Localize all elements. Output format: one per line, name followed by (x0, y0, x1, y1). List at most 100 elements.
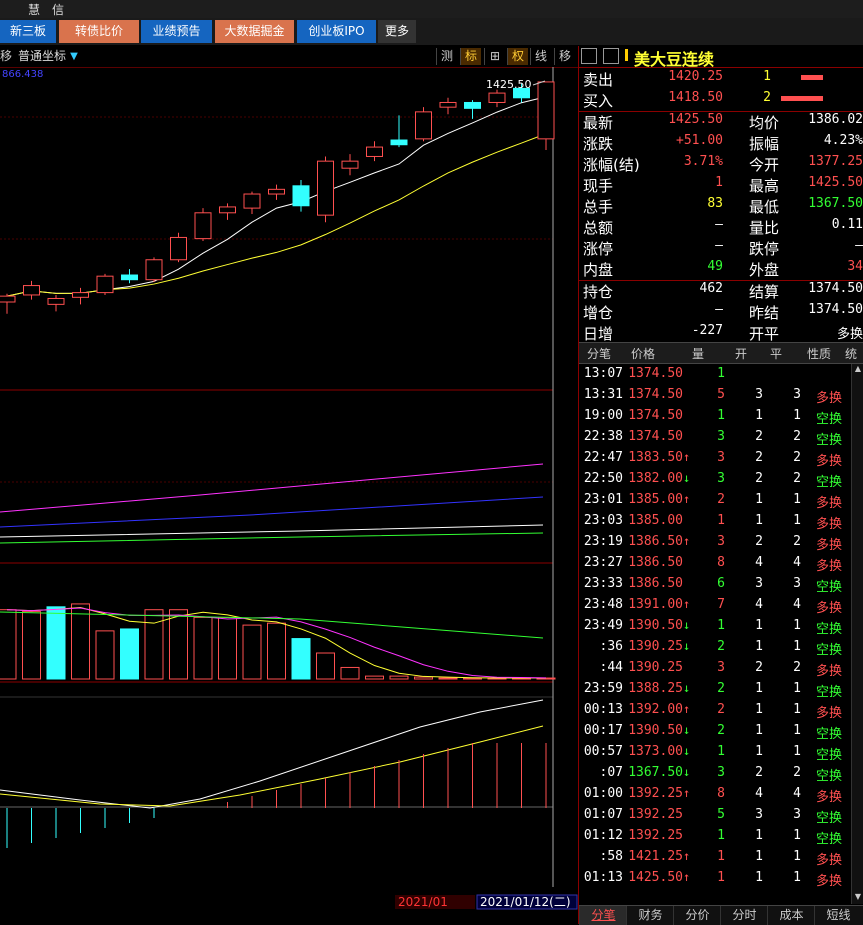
volume-bar (218, 616, 237, 680)
tick-close: 1 (793, 408, 801, 423)
nav-tab[interactable]: 转债比价 (59, 20, 139, 43)
bottom-tab[interactable]: 分笔 (579, 906, 627, 925)
tick-row[interactable]: 23:33 1386.50 6 3 3 空换 (579, 574, 849, 595)
quote-row: 涨幅(结) 3.71% 今开 1377.25 (579, 154, 863, 175)
tick-time: 19:00 (583, 408, 623, 423)
kline-chart[interactable]: 2021/01 2021/01/12(二) 866.438 1425.50 (0, 67, 578, 924)
tick-header-cell[interactable]: 开 (735, 345, 747, 362)
measure-button[interactable]: 测 (436, 48, 457, 65)
volume-bar (291, 638, 311, 680)
coord-mode-select[interactable]: 普通坐标 (16, 48, 68, 65)
tick-nature: 空换 (815, 412, 842, 427)
chevron-down-icon[interactable]: ▼ (68, 48, 80, 65)
tick-header-cell[interactable]: 统 (845, 345, 857, 362)
nav-tab[interactable]: 业绩预告 (141, 20, 212, 43)
tick-row[interactable]: 23:49 1390.50 ↓ 1 1 1 空换 (579, 616, 849, 637)
tick-row[interactable]: 23:59 1388.25 ↓ 2 1 1 空换 (579, 679, 849, 700)
tick-time: 01:12 (583, 828, 623, 843)
quote-value: – (715, 217, 723, 232)
tick-header-cell[interactable]: 量 (692, 345, 704, 362)
tick-row[interactable]: :44 1390.25 3 2 2 多换 (579, 658, 849, 679)
tick-price: 1391.00 (628, 597, 683, 612)
nav-tab[interactable]: 大数据掘金 (215, 20, 294, 43)
grid-icon[interactable]: ⊞ (484, 48, 505, 65)
tick-row[interactable]: 23:03 1385.00 1 1 1 多换 (579, 511, 849, 532)
tick-price: 1383.50 (628, 450, 683, 465)
tick-row[interactable]: 23:27 1386.50 8 4 4 多换 (579, 553, 849, 574)
tick-header-cell[interactable]: 性质 (807, 345, 831, 362)
tick-time: :44 (599, 660, 623, 675)
tick-row[interactable]: 13:07 1374.50 1 (579, 364, 849, 385)
tick-header-cell[interactable]: 价格 (631, 345, 655, 362)
tick-scrollbar[interactable]: ▲ ▼ (851, 364, 863, 904)
toolbar-move-left[interactable]: 移 (0, 48, 12, 65)
tick-price: 1386.50 (628, 555, 683, 570)
tick-row[interactable]: 13:31 1374.50 5 3 3 多换 (579, 385, 849, 406)
quote-value-right: 1374.50 (808, 302, 863, 317)
arrow-up-icon: ↑ (683, 450, 691, 464)
tick-row[interactable]: :07 1367.50 ↓ 3 2 2 空换 (579, 763, 849, 784)
quote-panel: 美大豆连续 卖出 1420.25 1 买入 1418.50 2 最新 1425.5… (578, 46, 863, 925)
scroll-down-icon[interactable]: ▼ (853, 892, 863, 902)
quote-label: 总额 (583, 219, 614, 237)
tick-volume: 5 (717, 387, 725, 402)
tick-nature: 多换 (815, 496, 842, 511)
move-button[interactable]: 移 (554, 48, 575, 65)
tick-close: 3 (793, 387, 801, 402)
nav-tab[interactable]: 新三板 (0, 20, 56, 43)
tick-row[interactable]: :36 1390.25 ↓ 2 1 1 空换 (579, 637, 849, 658)
tick-row[interactable]: 00:17 1390.50 ↓ 2 1 1 空换 (579, 721, 849, 742)
line-button[interactable]: 线 (530, 48, 551, 65)
tick-time: :36 (599, 639, 623, 654)
tick-row[interactable]: 00:13 1392.00 ↑ 2 1 1 多换 (579, 700, 849, 721)
indicator-line-magenta (0, 463, 544, 513)
candle-body (145, 259, 163, 281)
tick-price: 1392.25 (628, 828, 683, 843)
tick-row[interactable]: 01:13 1425.50 ↑ 1 1 1 多换 (579, 868, 849, 889)
tick-row[interactable]: 22:38 1374.50 3 2 2 空换 (579, 427, 849, 448)
tick-row[interactable]: 23:48 1391.00 ↑ 7 4 4 多换 (579, 595, 849, 616)
buy-price: 1418.50 (668, 90, 723, 105)
panel-expand-icon[interactable] (603, 48, 619, 64)
arrow-up-icon: ↑ (683, 849, 691, 863)
tick-row[interactable]: 23:01 1385.00 ↑ 2 1 1 多换 (579, 490, 849, 511)
tick-row[interactable]: 19:00 1374.50 1 1 1 空换 (579, 406, 849, 427)
tick-price: 1386.50 (628, 534, 683, 549)
tick-row[interactable]: 23:19 1386.50 ↑ 3 2 2 多换 (579, 532, 849, 553)
tick-header-cell[interactable]: 分笔 (587, 345, 611, 362)
tick-row[interactable]: :58 1421.25 ↑ 1 1 1 多换 (579, 847, 849, 868)
tick-time: 13:31 (583, 387, 623, 402)
tick-time: 23:01 (583, 492, 623, 507)
bottom-tab[interactable]: 短线 (814, 906, 862, 925)
tick-close: 1 (793, 828, 801, 843)
tick-row[interactable]: 00:57 1373.00 ↓ 1 1 1 空换 (579, 742, 849, 763)
indicator-line-green (0, 532, 544, 544)
rights-button[interactable]: 权 (507, 48, 528, 65)
candle-body (488, 92, 506, 103)
macd-line-white (0, 699, 544, 809)
mark-button[interactable]: 标 (460, 48, 481, 65)
tick-row[interactable]: 22:47 1383.50 ↑ 3 2 2 多换 (579, 448, 849, 469)
tick-nature: 多换 (815, 538, 842, 553)
bottom-tab[interactable]: 成本 (767, 906, 815, 925)
panel-divider (579, 67, 863, 68)
tick-row[interactable]: 01:07 1392.25 5 3 3 空换 (579, 805, 849, 826)
bottom-tab[interactable]: 财务 (626, 906, 674, 925)
tick-close: 4 (793, 786, 801, 801)
tick-row[interactable]: 22:50 1382.00 ↓ 3 2 2 空换 (579, 469, 849, 490)
bottom-tab[interactable]: 分时 (720, 906, 768, 925)
tick-row[interactable]: 01:12 1392.25 1 1 1 空换 (579, 826, 849, 847)
tick-open: 4 (755, 555, 763, 570)
candle-body (170, 236, 187, 261)
bottom-tab[interactable]: 分价 (673, 906, 721, 925)
quote-row: 现手 1 最高 1425.50 (579, 175, 863, 196)
arrow-up-icon: ↑ (683, 597, 691, 611)
scroll-up-icon[interactable]: ▲ (853, 364, 863, 374)
nav-tab[interactable]: 更多 (378, 20, 416, 43)
tick-open: 4 (755, 597, 763, 612)
nav-tab[interactable]: 创业板IPO (297, 20, 376, 43)
tick-row[interactable]: 01:00 1392.25 ↑ 8 4 4 多换 (579, 784, 849, 805)
tick-header-cell[interactable]: 平 (770, 345, 782, 362)
panel-toggle-icon[interactable] (581, 48, 597, 64)
tick-price: 1390.50 (628, 723, 683, 738)
